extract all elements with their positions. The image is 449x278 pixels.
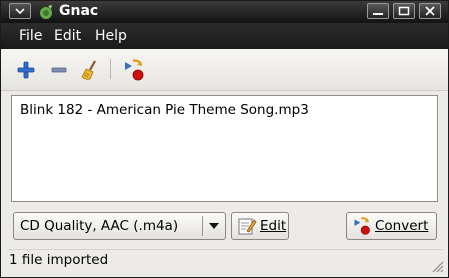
minimize-icon [373, 13, 383, 15]
edit-button-label: Edit [260, 218, 287, 234]
menu-help[interactable]: Help [95, 28, 127, 44]
window-title: Gnac [59, 3, 99, 19]
profile-dropdown[interactable]: CD Quality, AAC (.m4a) [13, 212, 226, 240]
dropdown-arrow-icon [203, 222, 225, 230]
status-separator [7, 249, 443, 250]
menu-file[interactable]: File [19, 28, 42, 44]
close-button[interactable] [419, 3, 441, 19]
clear-list-button[interactable] [77, 57, 103, 83]
add-icon [17, 61, 35, 79]
convert-icon [125, 59, 144, 81]
edit-profile-button[interactable]: Edit [231, 212, 289, 240]
app-icon [40, 5, 52, 19]
status-bar: 1 file imported [1, 249, 448, 277]
profile-selected-value: CD Quality, AAC (.m4a) [20, 218, 179, 234]
convert-toolbar-button[interactable] [121, 57, 147, 83]
file-list[interactable]: Blink 182 - American Pie Theme Song.mp3 [11, 95, 438, 202]
status-text: 1 file imported [9, 252, 109, 268]
convert-button[interactable]: Convert [346, 212, 437, 240]
minimize-button[interactable] [367, 3, 389, 19]
clear-broom-icon [81, 60, 96, 80]
resize-grip-icon[interactable] [430, 259, 444, 273]
menu-edit[interactable]: Edit [54, 28, 81, 44]
menu-bar: File Edit Help [1, 23, 448, 49]
convert-button-label: Convert [375, 218, 429, 234]
title-bar[interactable]: Gnac [1, 1, 448, 23]
convert-button-icon [352, 216, 372, 236]
gnac-window: Gnac File Edit Help Blink 182 - American… [0, 0, 449, 278]
toolbar [1, 49, 448, 91]
list-item[interactable]: Blink 182 - American Pie Theme Song.mp3 [20, 102, 309, 118]
remove-icon [51, 67, 67, 73]
close-icon [425, 6, 435, 16]
maximize-button[interactable] [393, 3, 415, 19]
add-files-button[interactable] [13, 57, 39, 83]
chevron-down-icon [15, 8, 25, 15]
toolbar-separator [110, 59, 111, 79]
maximize-icon [398, 6, 410, 16]
remove-files-button[interactable] [46, 57, 72, 83]
window-menu-button[interactable] [9, 3, 31, 19]
edit-pencil-icon [237, 216, 257, 236]
